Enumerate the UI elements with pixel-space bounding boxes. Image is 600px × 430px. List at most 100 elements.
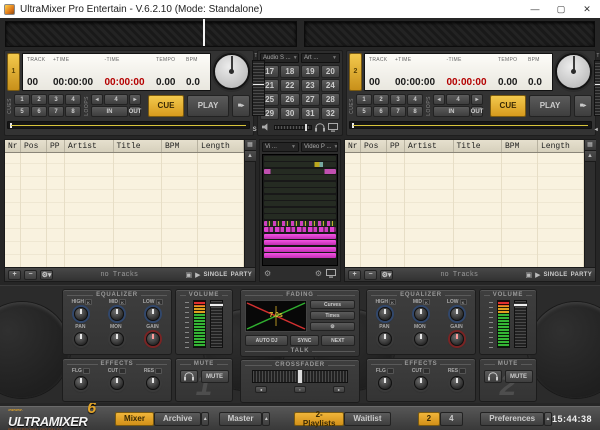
sampler-pad-button[interactable]: 23 — [301, 79, 320, 92]
mon-knob[interactable] — [414, 332, 428, 346]
column-header[interactable]: PP — [47, 140, 65, 152]
sampler-pad-button[interactable]: 26 — [280, 93, 299, 106]
crossfader-assign-button[interactable]: ▸ — [333, 386, 345, 393]
column-header[interactable]: Artist — [405, 140, 454, 152]
gain-knob[interactable] — [450, 332, 464, 346]
list-options-button[interactable]: ⚙▾ — [40, 270, 53, 280]
single-mode-icon[interactable]: ▣ — [185, 271, 192, 279]
close-button[interactable]: ✕ — [574, 0, 600, 18]
mid-kill-button[interactable]: K — [423, 299, 430, 305]
deck1-seek-bar[interactable] — [7, 121, 250, 129]
video-clip-row[interactable] — [264, 182, 336, 187]
remove-track-button[interactable]: − — [24, 270, 37, 280]
hotcue-button[interactable]: 1 — [14, 94, 30, 105]
flanger-knob[interactable] — [378, 376, 392, 390]
mid-kill-button[interactable]: K — [119, 299, 126, 305]
auto-dj-button[interactable]: AUTO DJ — [245, 335, 288, 346]
pan-knob[interactable] — [74, 332, 88, 346]
track-list[interactable] — [345, 153, 584, 267]
preferences-button[interactable]: Preferences — [480, 412, 544, 426]
monitor-cue-button[interactable] — [180, 370, 198, 383]
curves-button[interactable]: Curves — [310, 300, 355, 309]
mixer-view-button[interactable]: Mixer — [115, 412, 154, 426]
track-list[interactable] — [5, 153, 244, 267]
channel1-volume-fader[interactable] — [210, 300, 223, 348]
hotcue-button[interactable]: 4 — [407, 94, 423, 105]
waveform-deck2[interactable] — [304, 21, 596, 47]
gear-icon[interactable]: ⚙ — [264, 269, 271, 278]
sampler-pad-button[interactable]: 30 — [280, 107, 299, 120]
resonance-toggle[interactable] — [459, 368, 466, 374]
column-header[interactable]: Title — [454, 140, 503, 152]
times-button[interactable]: Times — [310, 311, 355, 320]
sampler-volume-slider[interactable] — [274, 125, 312, 130]
column-header[interactable]: PP — [387, 140, 405, 152]
sampler-pad-button[interactable]: 31 — [301, 107, 320, 120]
sampler-pad-button[interactable]: 27 — [301, 93, 320, 106]
deck2-cue-button[interactable]: CUE — [490, 95, 526, 117]
crossfader-assign-button[interactable]: ▪ — [294, 386, 306, 393]
high-eq-knob[interactable] — [74, 307, 88, 321]
loop-plus-button[interactable]: ▸ — [471, 94, 483, 105]
column-header[interactable]: BPM — [502, 140, 538, 152]
deck1-play-button[interactable]: PLAY — [187, 95, 229, 117]
deck1-tempo-slider[interactable] — [252, 60, 265, 116]
video-clip-row[interactable] — [264, 247, 336, 252]
high-kill-button[interactable]: K — [85, 299, 92, 305]
hotcue-button[interactable]: 8 — [407, 106, 423, 117]
deck2-play-button[interactable]: PLAY — [529, 95, 571, 117]
scrollbar[interactable]: ▦ ▲ — [584, 140, 595, 267]
skip-mode-icon[interactable]: ▶ — [195, 271, 200, 279]
video-clip-row[interactable] — [264, 221, 336, 226]
loop-minus-button[interactable]: ◂ — [433, 94, 445, 105]
video-clip-row[interactable] — [264, 240, 336, 245]
skip-mode-icon[interactable]: ▶ — [535, 271, 540, 279]
loop-length-button[interactable]: 4 — [104, 94, 128, 105]
scroll-up-icon[interactable]: ▲ — [245, 151, 256, 162]
column-header[interactable]: Nr — [5, 140, 21, 152]
speaker-icon[interactable] — [262, 123, 271, 131]
monitor-icon[interactable] — [328, 123, 338, 132]
cutoff-knob[interactable] — [110, 376, 124, 390]
gear-icon[interactable]: ⚙ — [315, 269, 322, 278]
single-mode-button[interactable]: SINGLE — [203, 272, 227, 278]
high-kill-button[interactable]: K — [389, 299, 396, 305]
crossfader-assign-button[interactable]: ◂ — [255, 386, 267, 393]
low-kill-button[interactable]: K — [460, 299, 467, 305]
loop-length-button[interactable]: 4 — [446, 94, 470, 105]
channel2-volume-fader[interactable] — [514, 300, 527, 348]
maximize-button[interactable]: ▢ — [548, 0, 574, 18]
master-expand-button[interactable]: ▲ — [262, 412, 270, 426]
deck2-jog-wheel[interactable] — [555, 53, 592, 90]
deck1-load-button[interactable]: 1 — [7, 53, 20, 91]
hotcue-button[interactable]: 6 — [31, 106, 47, 117]
video-clip-row[interactable] — [264, 227, 336, 232]
hotcue-button[interactable]: 5 — [14, 106, 30, 117]
deck1-cue-button[interactable]: CUE — [148, 95, 184, 117]
video-clip-row[interactable] — [264, 195, 336, 200]
mute-button[interactable]: MUTE — [505, 370, 533, 383]
video-clip-row[interactable] — [264, 175, 336, 180]
video-clip-row[interactable] — [264, 169, 336, 174]
mid-eq-knob[interactable] — [110, 307, 124, 321]
flanger-knob[interactable] — [74, 376, 88, 390]
loop-plus-button[interactable]: ▸ — [129, 94, 141, 105]
four-deck-button[interactable]: 4 — [440, 412, 462, 426]
column-header[interactable]: Pos — [21, 140, 47, 152]
mid-eq-knob[interactable] — [414, 307, 428, 321]
sampler-art-select[interactable]: Art ... ▼ — [301, 53, 340, 63]
deck2-tempo-slider[interactable] — [594, 60, 600, 116]
column-header[interactable]: Length — [198, 140, 244, 152]
deck1-jog-wheel[interactable] — [213, 53, 250, 90]
video-clip-list[interactable] — [262, 154, 338, 266]
column-header[interactable]: Length — [538, 140, 584, 152]
flanger-toggle[interactable] — [387, 368, 394, 374]
sampler-pad-button[interactable]: 20 — [321, 65, 340, 78]
video-clip-row[interactable] — [264, 162, 336, 167]
single-mode-icon[interactable]: ▣ — [525, 271, 532, 279]
sampler-pad-button[interactable]: 24 — [321, 79, 340, 92]
deck2-stutter-button[interactable]: ■▸ — [574, 95, 592, 117]
add-track-button[interactable]: + — [8, 270, 21, 280]
column-header[interactable]: Nr — [345, 140, 361, 152]
single-mode-button[interactable]: SINGLE — [543, 272, 567, 278]
